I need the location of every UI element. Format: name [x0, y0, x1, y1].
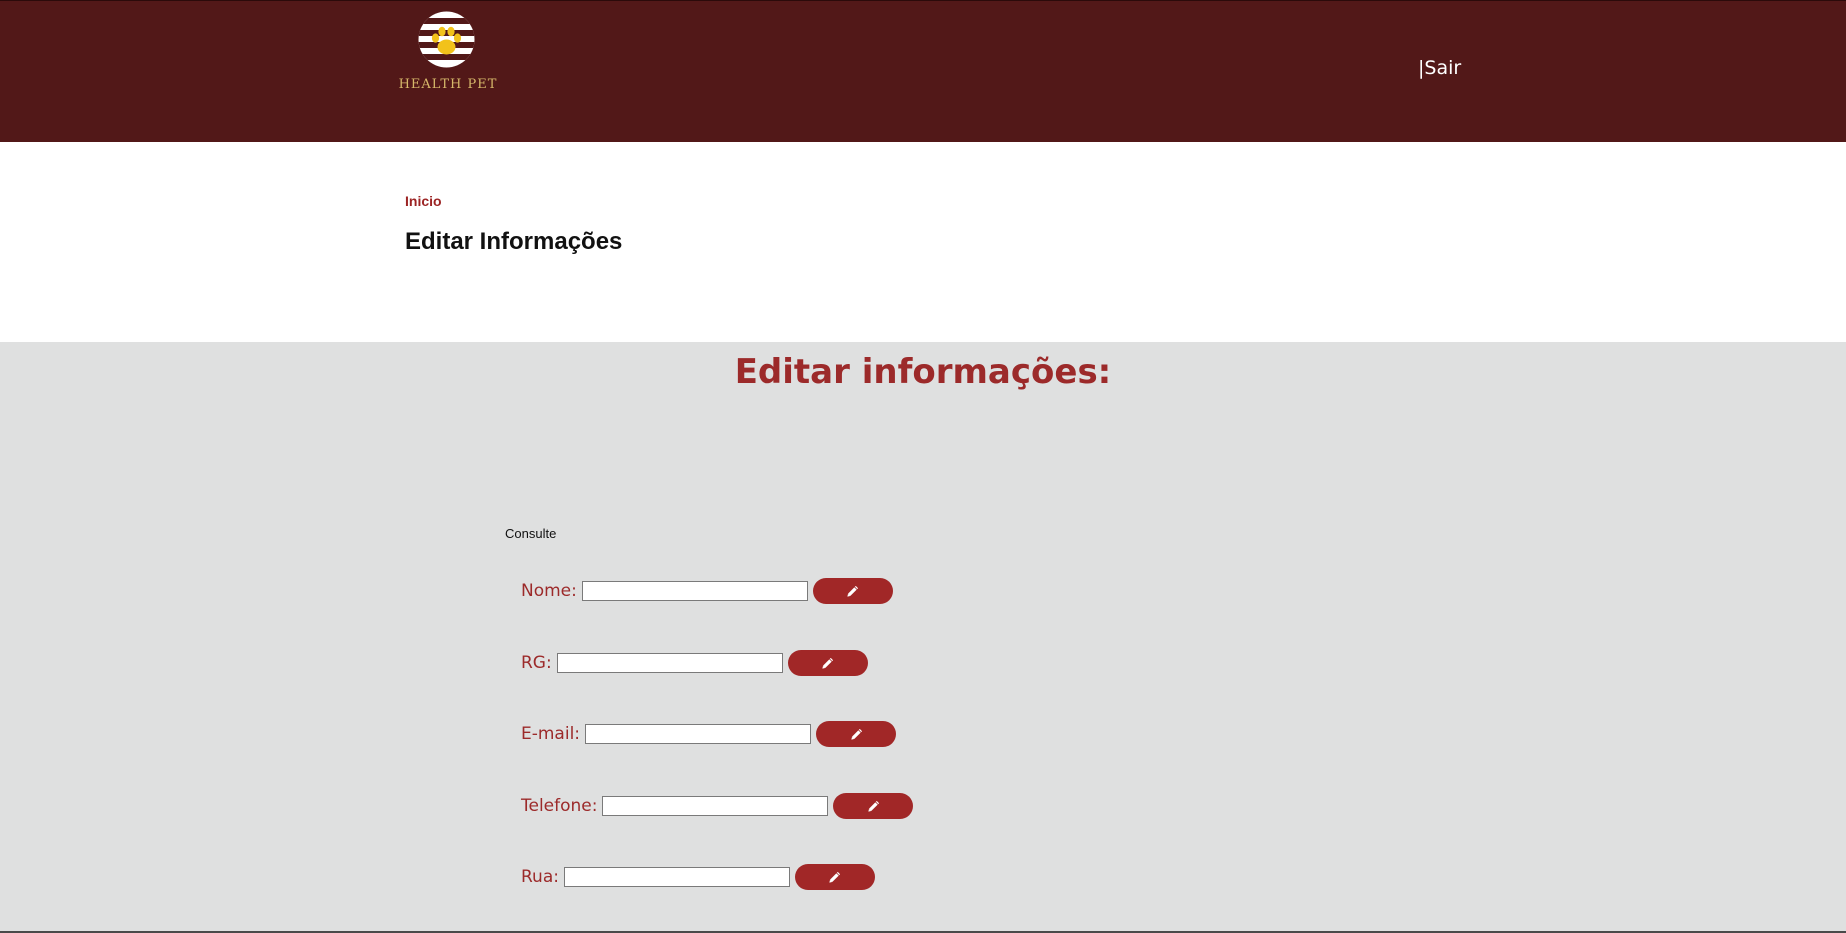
email-input[interactable] [585, 724, 812, 744]
rg-input[interactable] [556, 653, 783, 673]
rg-label: RG: [521, 653, 552, 673]
paw-logo-icon [418, 11, 475, 68]
edit-telefone-button[interactable] [833, 793, 914, 819]
rua-label: Rua: [521, 867, 559, 887]
email-label: E-mail: [521, 724, 581, 744]
health-pet-logo[interactable]: HEALTH PET [398, 11, 498, 101]
pencil-icon [822, 656, 835, 669]
breadcrumb-home-link[interactable]: Inicio [405, 193, 442, 209]
edit-nome-button[interactable] [812, 578, 893, 604]
field-row-rg: RG: [521, 650, 868, 676]
edit-rua-button[interactable] [794, 864, 875, 890]
telefone-input[interactable] [602, 796, 829, 816]
pencil-icon [868, 799, 881, 812]
page-title: Editar Informações [405, 228, 623, 255]
field-row-email: E-mail: [521, 721, 897, 747]
edit-rg-button[interactable] [787, 650, 868, 676]
edit-email-button[interactable] [816, 721, 897, 747]
pencil-icon [850, 727, 863, 740]
logout-link[interactable]: |Sair [1418, 57, 1461, 79]
field-row-nome: Nome: [521, 578, 893, 604]
brand-name: HEALTH PET [398, 77, 498, 92]
pencil-icon [847, 584, 860, 597]
rua-input[interactable] [563, 867, 790, 887]
consult-tab[interactable]: Consulte [505, 526, 556, 541]
nome-input[interactable] [581, 581, 808, 601]
pencil-icon [829, 870, 842, 883]
top-header: HEALTH PET |Sair [0, 0, 1846, 142]
telefone-label: Telefone: [521, 796, 598, 816]
nome-label: Nome: [521, 581, 577, 601]
form-heading: Editar informações: [734, 352, 1112, 392]
field-row-telefone: Telefone: [521, 793, 914, 819]
field-row-rua: Rua: [521, 864, 875, 890]
breadcrumb-section: Inicio Editar Informações [0, 142, 1846, 342]
